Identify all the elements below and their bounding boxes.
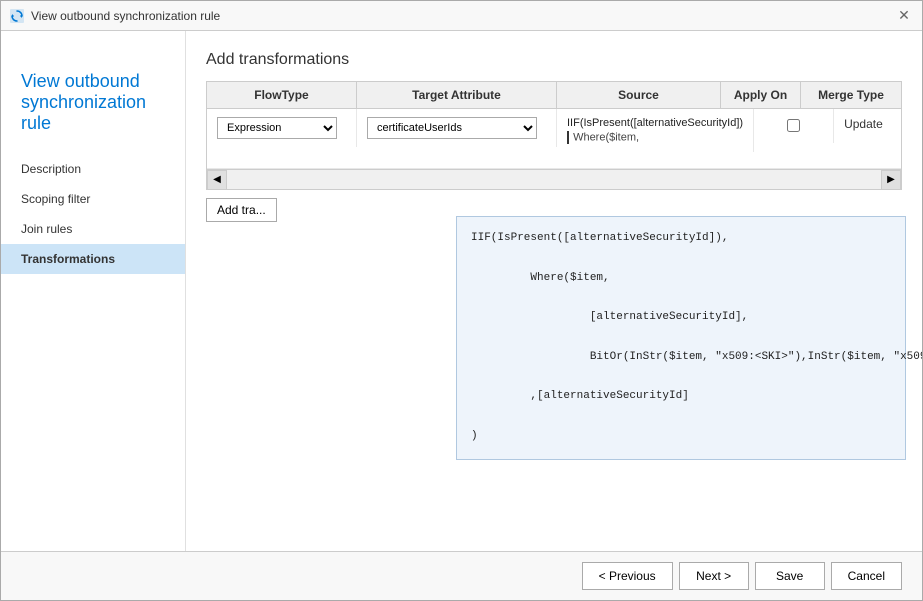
td-merge-type: Update bbox=[834, 109, 902, 139]
source-line2-text: Where($item, bbox=[573, 131, 639, 143]
cancel-button[interactable]: Cancel bbox=[831, 562, 902, 590]
close-button[interactable]: ✕ bbox=[894, 6, 914, 26]
source-line1: IIF(IsPresent([alternativeSecurityId]) bbox=[567, 117, 743, 129]
page-title-section: View outbound synchronization rule bbox=[1, 51, 185, 154]
th-target-attribute: Target Attribute bbox=[357, 82, 557, 108]
flow-type-select[interactable]: Expression Direct Constant bbox=[217, 117, 337, 139]
save-button[interactable]: Save bbox=[755, 562, 825, 590]
cursor bbox=[567, 131, 569, 144]
add-transformation-button[interactable]: Add tra... bbox=[206, 198, 277, 222]
next-button[interactable]: Next > bbox=[679, 562, 749, 590]
td-target-attribute: certificateUserIds bbox=[357, 109, 557, 147]
th-merge-type: Merge Type bbox=[801, 82, 901, 108]
td-source: IIF(IsPresent([alternativeSecurityId]) W… bbox=[557, 109, 754, 152]
title-bar-left: View outbound synchronization rule bbox=[9, 8, 220, 24]
expression-popup: IIF(IsPresent([alternativeSecurityId]), … bbox=[456, 216, 906, 460]
page-title: View outbound synchronization rule bbox=[21, 71, 165, 134]
source-line2: Where($item, bbox=[567, 131, 743, 144]
title-bar-text: View outbound synchronization rule bbox=[31, 9, 220, 23]
content-area: View outbound synchronization rule Descr… bbox=[1, 31, 922, 551]
th-source: Source bbox=[557, 82, 721, 108]
sidebar-item-join-rules[interactable]: Join rules bbox=[1, 214, 185, 244]
sidebar-item-transformations[interactable]: Transformations bbox=[1, 244, 185, 274]
horizontal-scrollbar: ◀ ▶ bbox=[207, 169, 901, 189]
table-header: FlowType Target Attribute Source Apply O… bbox=[207, 82, 901, 109]
scroll-right-btn[interactable]: ▶ bbox=[881, 170, 901, 190]
title-bar: View outbound synchronization rule ✕ bbox=[1, 1, 922, 31]
th-flowtype: FlowType bbox=[207, 82, 357, 108]
previous-button[interactable]: < Previous bbox=[582, 562, 673, 590]
table-row: Expression Direct Constant certificateUs… bbox=[207, 109, 901, 169]
th-apply-on: Apply On bbox=[721, 82, 801, 108]
target-attribute-select[interactable]: certificateUserIds bbox=[367, 117, 537, 139]
sync-icon bbox=[9, 8, 25, 24]
sidebar-item-description[interactable]: Description bbox=[1, 154, 185, 184]
scroll-track[interactable] bbox=[227, 170, 881, 190]
td-apply-on bbox=[754, 109, 834, 143]
main-content: Add transformations FlowType Target Attr… bbox=[186, 31, 922, 551]
sidebar-item-scoping-filter[interactable]: Scoping filter bbox=[1, 184, 185, 214]
td-flowtype: Expression Direct Constant bbox=[207, 109, 357, 147]
section-title: Add transformations bbox=[206, 51, 902, 69]
sidebar: View outbound synchronization rule Descr… bbox=[1, 31, 186, 551]
footer: < Previous Next > Save Cancel bbox=[1, 551, 922, 600]
transformations-table: FlowType Target Attribute Source Apply O… bbox=[206, 81, 902, 190]
main-window: View outbound synchronization rule ✕ Vie… bbox=[0, 0, 923, 601]
scroll-left-btn[interactable]: ◀ bbox=[207, 170, 227, 190]
apply-on-checkbox[interactable] bbox=[787, 119, 800, 132]
